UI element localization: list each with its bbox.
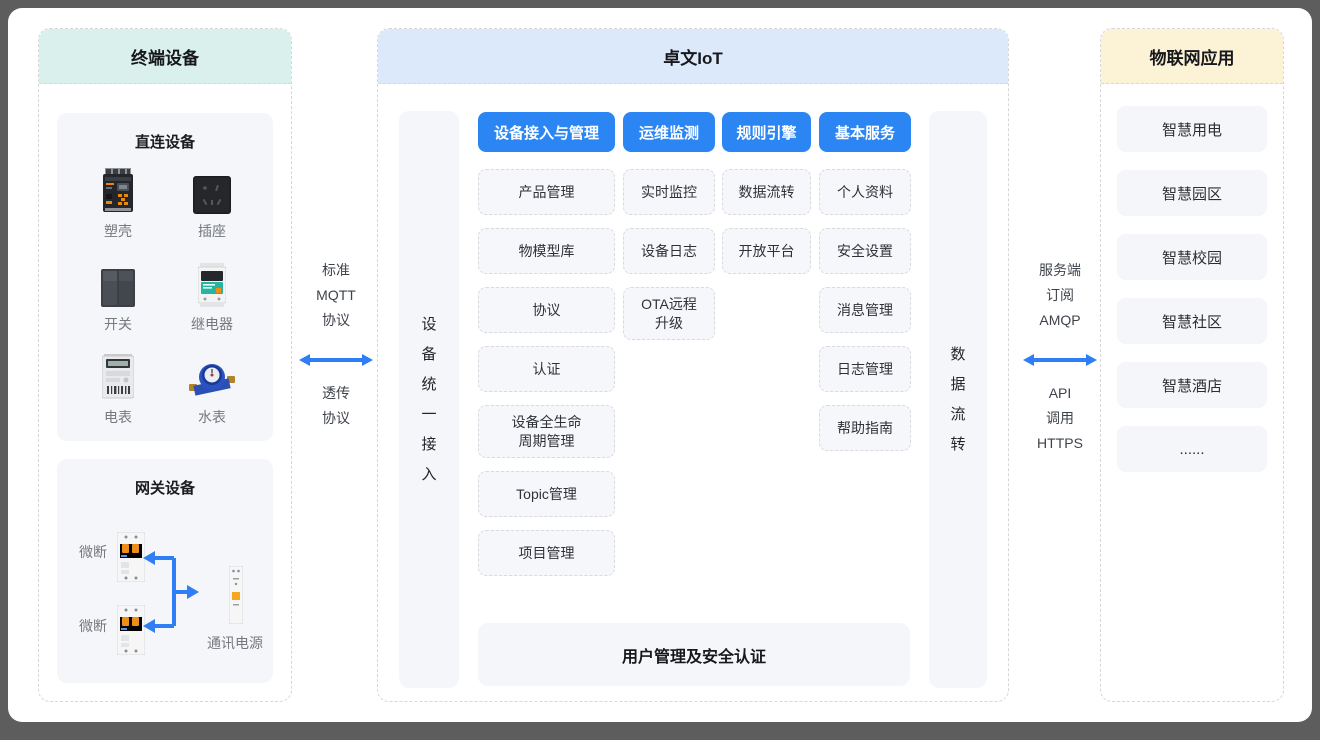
protocol-line: 调用: [1020, 406, 1100, 431]
device-relay: 继电器: [191, 259, 233, 334]
device-label: 水表: [198, 407, 226, 427]
protocol-line: 标准: [296, 258, 376, 283]
user-management-security-auth-bar: 用户管理及安全认证: [478, 623, 910, 686]
protocol-line: 透传: [296, 381, 376, 406]
device-label: 插座: [198, 221, 226, 241]
protocol-line: AMQP: [1020, 308, 1100, 333]
module-topic-management: Topic管理: [478, 471, 615, 517]
diagram-page: 终端设备 直连设备: [8, 8, 1312, 722]
module-help-guide: 帮助指南: [819, 405, 911, 451]
iot-applications-header: 物联网应用: [1101, 29, 1283, 84]
module-message-management: 消息管理: [819, 287, 911, 333]
module-authentication: 认证: [478, 346, 615, 392]
electric-meter-icon: [102, 352, 134, 400]
tab-basic-services: 基本服务: [819, 112, 911, 152]
power-supply-label: 通讯电源: [201, 633, 269, 653]
terminal-devices-header: 终端设备: [39, 29, 291, 84]
right-connector: 服务端 订阅 AMQP API 调用 HTTPS: [1020, 258, 1100, 456]
module-project-management: 项目管理: [478, 530, 615, 576]
device-socket: 插座: [193, 166, 231, 241]
module-security-settings: 安全设置: [819, 228, 911, 274]
app-smart-hotel: 智慧酒店: [1117, 362, 1267, 408]
rail-label: 数据流转: [950, 340, 966, 460]
protocol-line: 服务端: [1020, 258, 1100, 283]
wall-switch-icon: [101, 259, 135, 307]
device-grid: 塑壳 插座: [57, 152, 273, 427]
module-protocol: 协议: [478, 287, 615, 333]
device-water-meter: 水表: [189, 352, 235, 427]
device-label: 开关: [104, 314, 132, 334]
terminal-devices-panel: 终端设备 直连设备: [38, 28, 292, 702]
module-open-platform: 开放平台: [722, 228, 811, 274]
protocol-line: MQTT: [296, 283, 376, 308]
app-smart-park: 智慧园区: [1117, 170, 1267, 216]
device-switch: 开关: [101, 259, 135, 334]
direct-devices-group: 直连设备: [57, 113, 273, 441]
protocol-line: API: [1020, 381, 1100, 406]
module-data-flow: 数据流转: [722, 169, 811, 215]
gateway-devices-group: 网关设备: [57, 459, 273, 683]
module-log-management: 日志管理: [819, 346, 911, 392]
module-thing-model-library: 物模型库: [478, 228, 615, 274]
breaker-label: 微断: [67, 542, 107, 562]
module-personal-profile: 个人资料: [819, 169, 911, 215]
rail-label: 设备统一接入: [421, 310, 437, 490]
device-label: 电表: [104, 407, 132, 427]
device-label: 塑壳: [104, 221, 132, 241]
device-electric-meter: 电表: [102, 352, 134, 427]
app-more-ellipsis: ......: [1117, 426, 1267, 472]
module-ota-remote-upgrade: OTA远程 升级: [623, 287, 715, 340]
protocol-line: 协议: [296, 308, 376, 333]
app-smart-electricity: 智慧用电: [1117, 106, 1267, 152]
water-meter-icon: [189, 352, 235, 400]
protocol-line: 协议: [296, 406, 376, 431]
module-product-management: 产品管理: [478, 169, 615, 215]
iot-applications-panel: 物联网应用 智慧用电 智慧园区 智慧校园 智慧社区 智慧酒店 ......: [1100, 28, 1284, 702]
module-realtime-monitoring: 实时监控: [623, 169, 715, 215]
iot-platform-panel: 卓文IoT 设备统一接入 数据流转 设备接入与管理 运维监测 规则引擎 基本服务…: [377, 28, 1009, 702]
relay-icon: [198, 259, 226, 307]
iot-platform-header: 卓文IoT: [378, 29, 1008, 84]
protocol-line: 订阅: [1020, 283, 1100, 308]
left-connector: 标准 MQTT 协议 透传 协议: [296, 258, 376, 431]
tab-rule-engine: 规则引擎: [722, 112, 811, 152]
molded-case-breaker-icon: [102, 166, 134, 214]
breaker-label: 微断: [67, 616, 107, 636]
device-label: 继电器: [191, 314, 233, 334]
direct-devices-title: 直连设备: [57, 113, 273, 152]
tab-device-access-management: 设备接入与管理: [478, 112, 615, 152]
protocol-line: HTTPS: [1020, 431, 1100, 456]
module-device-lifecycle-management: 设备全生命 周期管理: [478, 405, 615, 458]
bidirectional-arrow-icon: [1022, 353, 1098, 367]
module-device-logs: 设备日志: [623, 228, 715, 274]
socket-icon: [193, 166, 231, 214]
bidirectional-arrow-icon: [298, 353, 374, 367]
tab-ops-monitoring: 运维监测: [623, 112, 715, 152]
app-smart-campus: 智慧校园: [1117, 234, 1267, 280]
app-smart-community: 智慧社区: [1117, 298, 1267, 344]
device-unified-access-rail: 设备统一接入: [399, 111, 459, 688]
data-flow-rail: 数据流转: [929, 111, 987, 688]
device-molded-case: 塑壳: [102, 166, 134, 241]
